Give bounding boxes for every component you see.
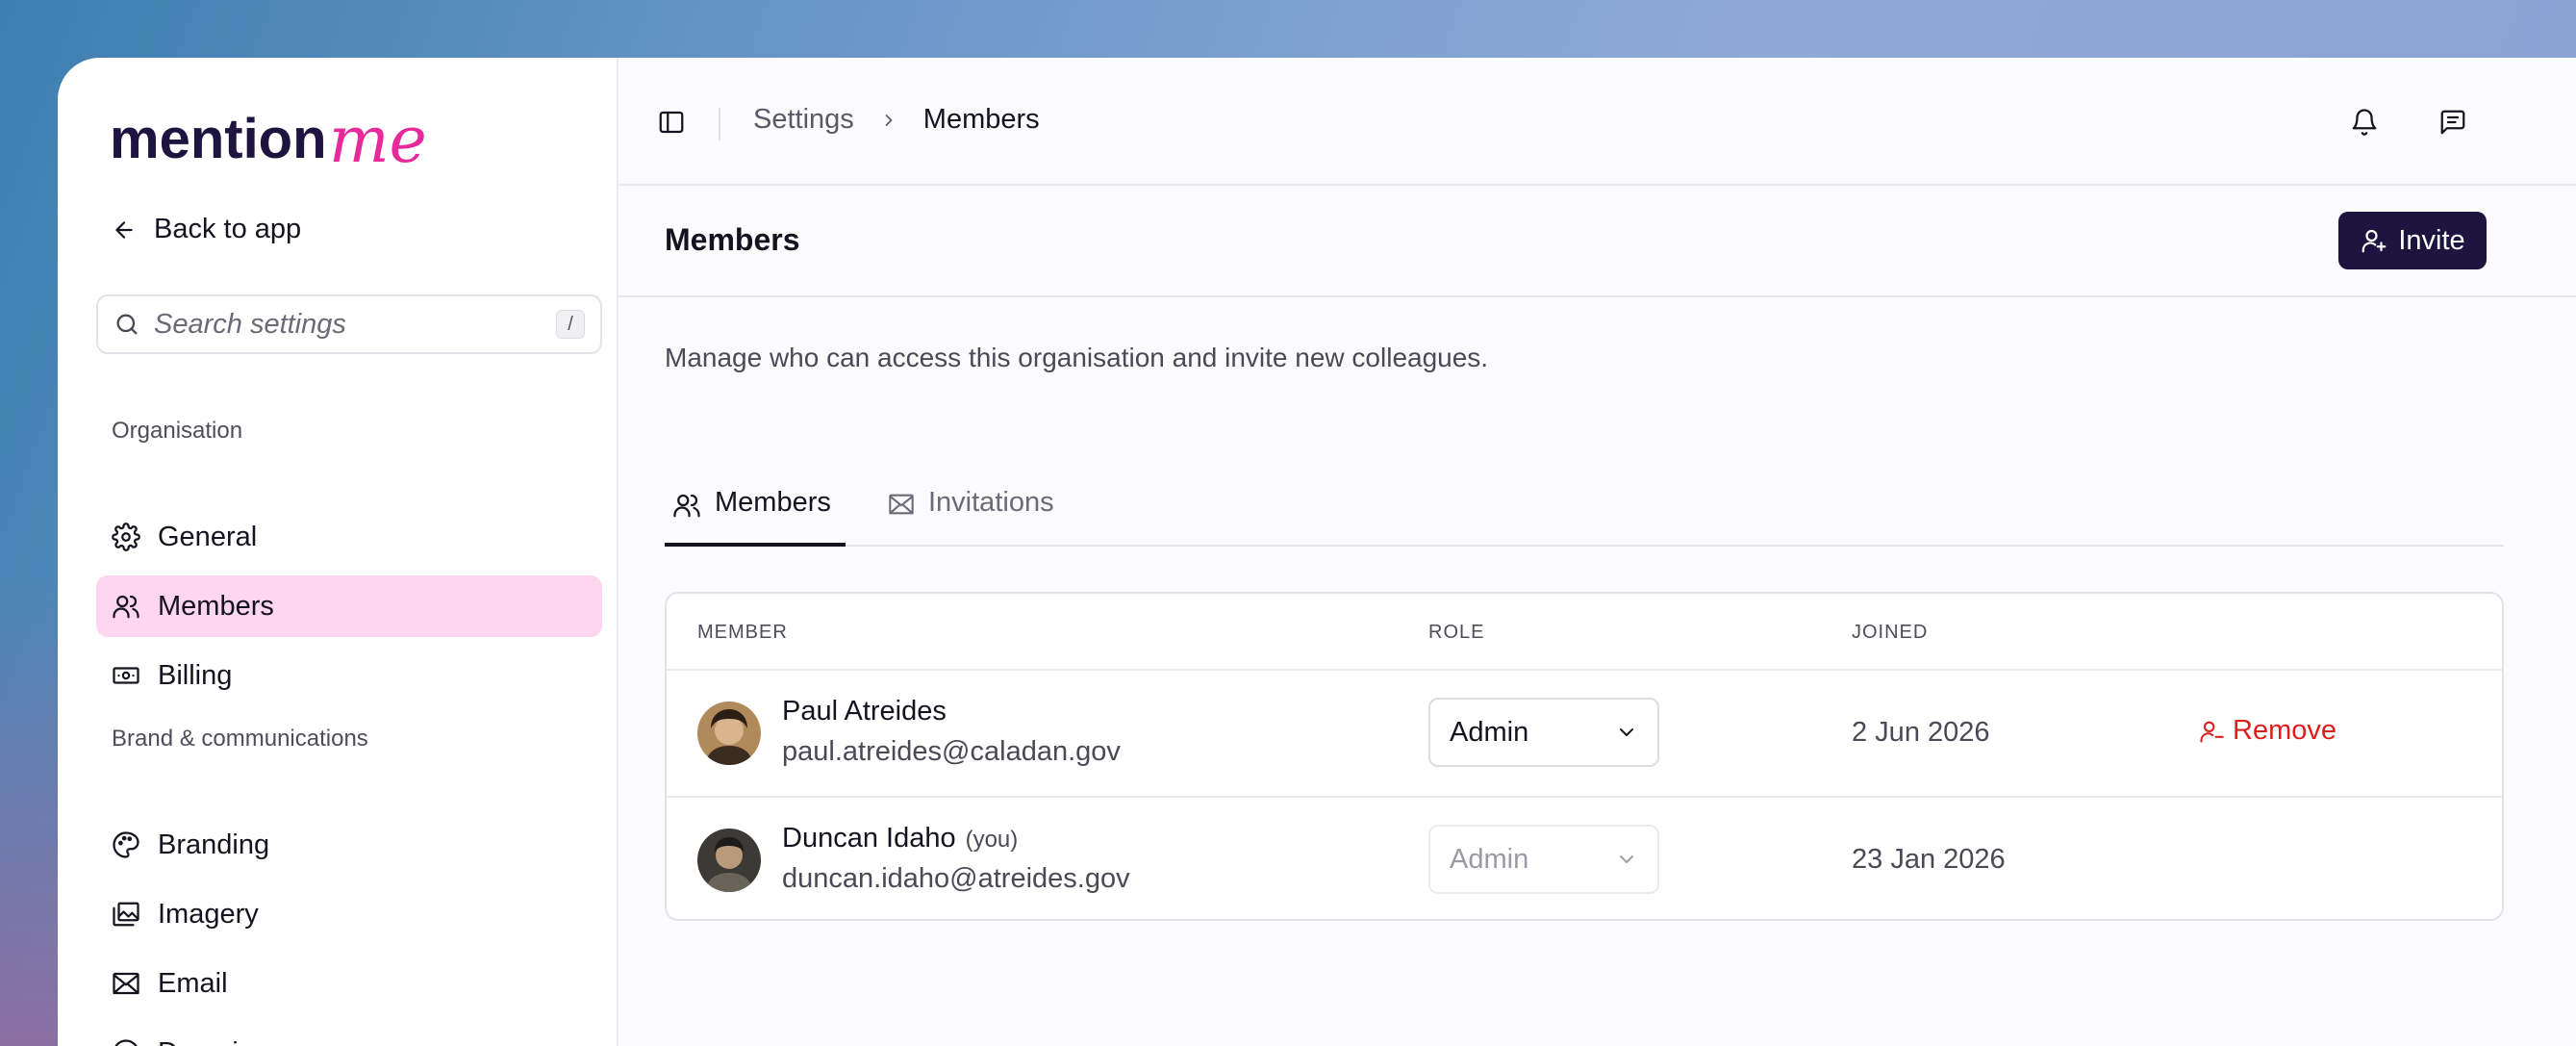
users-icon: [672, 491, 701, 520]
mail-icon: [888, 491, 915, 518]
members-table: MEMBER ROLE JOINED Paul Atreides paul.at…: [665, 592, 2504, 921]
user-plus-icon: [2360, 226, 2388, 255]
joined-date: 23 Jan 2026: [1852, 844, 2006, 875]
member-email: duncan.idaho@atreides.gov: [782, 863, 1130, 894]
sidebar-item-label: Email: [158, 967, 228, 999]
remove-label: Remove: [2233, 715, 2336, 746]
page-header: Members Invite: [619, 186, 2576, 297]
invite-button-label: Invite: [2398, 224, 2465, 256]
sidebar-item-label: Billing: [158, 659, 233, 691]
chevron-down-icon: [1615, 848, 1638, 871]
role-value: Admin: [1450, 716, 1529, 748]
sidebar-item-label: Members: [158, 590, 274, 622]
column-header-member: MEMBER: [697, 622, 788, 643]
palette-icon: [112, 830, 140, 859]
breadcrumb-members: Members: [922, 104, 1040, 135]
sidebar-item-domain[interactable]: Domain: [96, 1022, 602, 1046]
sidebar-item-general[interactable]: General: [96, 506, 602, 568]
invite-button[interactable]: Invite: [2338, 212, 2487, 269]
users-icon: [112, 592, 140, 621]
images-icon: [112, 900, 140, 929]
chevron-right-icon: [879, 111, 898, 130]
sidebar-item-imagery[interactable]: Imagery: [96, 883, 602, 945]
sidebar-toggle-icon[interactable]: [657, 108, 686, 137]
avatar: [697, 702, 761, 765]
back-to-app-label: Back to app: [154, 214, 302, 244]
gear-icon: [112, 523, 140, 551]
user-minus-icon: [2198, 718, 2225, 745]
back-to-app-link[interactable]: Back to app: [112, 214, 301, 245]
member-name: Duncan Idaho (you): [782, 823, 1018, 855]
sidebar-item-label: Imagery: [158, 898, 259, 930]
remove-member-button[interactable]: Remove: [2198, 715, 2336, 747]
message-square-icon[interactable]: [2438, 108, 2467, 137]
member-name-text: Paul Atreides: [782, 696, 947, 727]
you-badge: (you): [965, 827, 1019, 853]
page-title: Members: [665, 222, 800, 257]
topbar-divider: [719, 108, 720, 140]
column-header-joined: JOINED: [1852, 622, 1929, 643]
banknote-icon: [112, 661, 140, 690]
role-select-disabled: Admin: [1428, 825, 1659, 894]
role-value: Admin: [1450, 843, 1529, 875]
table-header: MEMBER ROLE JOINED: [667, 594, 2502, 671]
sidebar-item-email[interactable]: Email: [96, 953, 602, 1014]
arrow-left-icon: [112, 217, 137, 242]
app-window: mention me Back to app / Organisation Ge…: [58, 58, 2576, 1046]
search-icon: [114, 311, 140, 338]
topbar: Settings Members: [619, 58, 2576, 186]
table-row: Paul Atreides paul.atreides@caladan.gov …: [667, 671, 2502, 796]
settings-sidebar: mention me Back to app / Organisation Ge…: [58, 58, 619, 1046]
mentionme-logo: mention me: [110, 103, 427, 177]
mail-icon: [112, 969, 140, 998]
page-description: Manage who can access this organisation …: [665, 343, 1489, 372]
search-shortcut-badge: /: [556, 310, 585, 339]
member-name: Paul Atreides: [782, 696, 947, 727]
at-sign-icon: [112, 1038, 140, 1046]
member-email: paul.atreides@caladan.gov: [782, 736, 1121, 767]
sidebar-item-billing[interactable]: Billing: [96, 645, 602, 706]
sidebar-item-members[interactable]: Members: [96, 575, 602, 637]
search-settings-input[interactable]: [154, 308, 543, 341]
member-tabs: Members Invitations: [665, 481, 2504, 547]
member-name-text: Duncan Idaho: [782, 823, 956, 854]
tab-label: Invitations: [928, 487, 1054, 518]
section-label-brand-communications: Brand & communications: [112, 726, 368, 752]
logo-wordmark-script: me: [329, 103, 427, 177]
sidebar-item-label: Branding: [158, 829, 270, 860]
settings-search: /: [96, 294, 602, 354]
sidebar-item-branding[interactable]: Branding: [96, 814, 602, 876]
chevron-down-icon: [1615, 721, 1638, 744]
tab-members[interactable]: Members: [665, 481, 846, 547]
sidebar-item-label: General: [158, 521, 258, 552]
breadcrumb-settings[interactable]: Settings: [753, 104, 854, 136]
joined-date: 2 Jun 2026: [1852, 717, 1990, 748]
main-content: Settings Members Members Invite Manage w…: [619, 58, 2576, 1046]
section-label-organisation: Organisation: [112, 418, 243, 444]
role-select[interactable]: Admin: [1428, 698, 1659, 767]
sidebar-item-label: Domain: [158, 1037, 254, 1046]
tab-invitations[interactable]: Invitations: [888, 481, 1054, 547]
avatar: [697, 829, 761, 892]
tab-label: Members: [715, 487, 831, 518]
bell-icon[interactable]: [2350, 108, 2379, 137]
breadcrumb: Settings Members: [753, 104, 1040, 136]
table-row: Duncan Idaho (you) duncan.idaho@atreides.…: [667, 796, 2502, 919]
column-header-role: ROLE: [1428, 622, 1485, 643]
logo-wordmark-main: mention: [110, 108, 327, 170]
